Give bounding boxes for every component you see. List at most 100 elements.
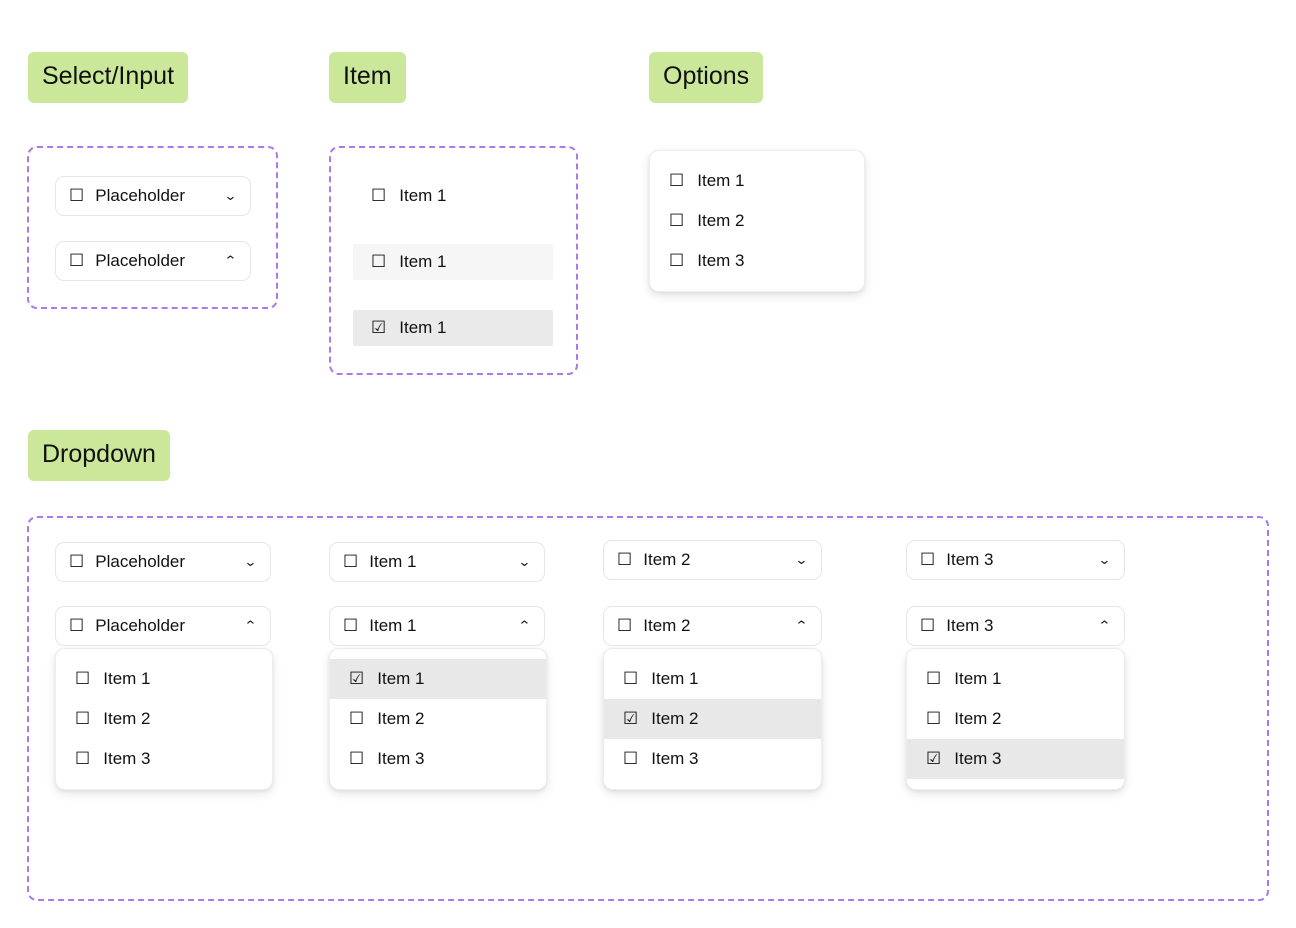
option-row[interactable]: ☐ Item 3 — [650, 241, 864, 281]
item-row-hover[interactable]: ☐ Item 1 — [353, 244, 553, 280]
select-value: Placeholder — [95, 616, 186, 635]
checkbox-unchecked-icon[interactable]: ☐ — [69, 252, 84, 270]
select-placeholder-open[interactable]: ☐ Placeholder ⌃ — [55, 241, 251, 281]
checkbox-checked-icon[interactable]: ☑ — [349, 670, 364, 688]
section-label-item: Item — [329, 52, 406, 103]
checkbox-unchecked-icon[interactable]: ☐ — [343, 617, 358, 635]
checkbox-unchecked-icon[interactable]: ☐ — [69, 617, 84, 635]
dropdown-option-label: Item 3 — [651, 749, 699, 768]
dropdown-option-row-selected[interactable]: ☑ Item 1 — [330, 659, 546, 699]
select-value: Placeholder — [95, 552, 186, 571]
section-label-options: Options — [649, 52, 764, 103]
item-row-label: Item 1 — [399, 186, 447, 205]
dropdown-option-row[interactable]: ☐ Item 3 — [604, 739, 821, 779]
dropdown-option-row[interactable]: ☐ Item 1 — [604, 659, 821, 699]
item-row-label: Item 1 — [399, 252, 447, 271]
select-value: Item 2 — [643, 550, 691, 569]
checkbox-unchecked-icon[interactable]: ☐ — [926, 670, 941, 688]
chevron-down-icon[interactable]: ⌄ — [224, 190, 238, 203]
dropdown-4-options-panel: ☐ Item 1 ☐ Item 2 ☑ Item 3 — [906, 648, 1125, 790]
dropdown-4-open-select[interactable]: ☐ Item 3 ⌃ — [906, 606, 1125, 646]
checkbox-unchecked-icon[interactable]: ☐ — [349, 710, 364, 728]
dropdown-2-closed-select[interactable]: ☐ Item 1 ⌄ — [329, 542, 545, 582]
checkbox-unchecked-icon[interactable]: ☐ — [371, 187, 386, 205]
select-value: Item 1 — [369, 616, 417, 635]
checkbox-unchecked-icon[interactable]: ☐ — [75, 750, 90, 768]
select-placeholder-closed[interactable]: ☐ Placeholder ⌄ — [55, 176, 251, 216]
checkbox-unchecked-icon[interactable]: ☐ — [371, 253, 386, 271]
dropdown-option-row[interactable]: ☐ Item 2 — [907, 699, 1124, 739]
dropdown-option-label: Item 3 — [954, 749, 1002, 768]
checkbox-unchecked-icon[interactable]: ☐ — [75, 670, 90, 688]
dropdown-option-label: Item 1 — [103, 669, 151, 688]
option-row[interactable]: ☐ Item 1 — [650, 161, 864, 201]
checkbox-unchecked-icon[interactable]: ☐ — [623, 750, 638, 768]
option-row[interactable]: ☐ Item 2 — [650, 201, 864, 241]
checkbox-unchecked-icon[interactable]: ☐ — [75, 710, 90, 728]
dropdown-1-closed-select[interactable]: ☐ Placeholder ⌄ — [55, 542, 271, 582]
option-label: Item 1 — [697, 171, 745, 190]
checkbox-unchecked-icon[interactable]: ☐ — [920, 551, 935, 569]
dropdown-3-open-select[interactable]: ☐ Item 2 ⌃ — [603, 606, 822, 646]
option-label: Item 3 — [697, 251, 745, 270]
checkbox-unchecked-icon[interactable]: ☐ — [69, 187, 84, 205]
dropdown-option-row[interactable]: ☐ Item 3 — [56, 739, 272, 779]
checkbox-unchecked-icon[interactable]: ☐ — [69, 553, 84, 571]
checkbox-checked-icon[interactable]: ☑ — [371, 319, 386, 337]
select-value: Item 3 — [946, 616, 994, 635]
checkbox-unchecked-icon[interactable]: ☐ — [617, 617, 632, 635]
chevron-down-icon[interactable]: ⌄ — [518, 556, 532, 569]
checkbox-unchecked-icon[interactable]: ☐ — [349, 750, 364, 768]
chevron-up-icon[interactable]: ⌃ — [244, 620, 258, 633]
select-value: Item 1 — [369, 552, 417, 571]
dropdown-option-label: Item 1 — [651, 669, 699, 688]
dropdown-2-open-select[interactable]: ☐ Item 1 ⌃ — [329, 606, 545, 646]
dropdown-option-label: Item 1 — [954, 669, 1002, 688]
checkbox-unchecked-icon[interactable]: ☐ — [669, 172, 684, 190]
dropdown-3-closed-select[interactable]: ☐ Item 2 ⌄ — [603, 540, 822, 580]
checkbox-unchecked-icon[interactable]: ☐ — [623, 670, 638, 688]
dropdown-4-closed-select[interactable]: ☐ Item 3 ⌄ — [906, 540, 1125, 580]
item-row-default[interactable]: ☐ Item 1 — [353, 178, 553, 214]
select-value: Placeholder — [95, 186, 186, 205]
dropdown-3-options-panel: ☐ Item 1 ☑ Item 2 ☐ Item 3 — [603, 648, 822, 790]
select-input-group-outline — [27, 146, 278, 309]
checkbox-unchecked-icon[interactable]: ☐ — [926, 710, 941, 728]
checkbox-unchecked-icon[interactable]: ☐ — [920, 617, 935, 635]
chevron-up-icon[interactable]: ⌃ — [518, 620, 532, 633]
chevron-up-icon[interactable]: ⌃ — [1098, 620, 1112, 633]
dropdown-option-row-selected[interactable]: ☑ Item 2 — [604, 699, 821, 739]
dropdown-option-row[interactable]: ☐ Item 2 — [56, 699, 272, 739]
checkbox-checked-icon[interactable]: ☑ — [623, 710, 638, 728]
dropdown-1-options-panel: ☐ Item 1 ☐ Item 2 ☐ Item 3 — [55, 648, 273, 790]
checkbox-checked-icon[interactable]: ☑ — [926, 750, 941, 768]
checkbox-unchecked-icon[interactable]: ☐ — [343, 553, 358, 571]
chevron-down-icon[interactable]: ⌄ — [795, 554, 809, 567]
item-row-selected[interactable]: ☑ Item 1 — [353, 310, 553, 346]
dropdown-option-label: Item 2 — [651, 709, 699, 728]
dropdown-option-row[interactable]: ☐ Item 2 — [330, 699, 546, 739]
dropdown-option-row[interactable]: ☐ Item 3 — [330, 739, 546, 779]
option-label: Item 2 — [697, 211, 745, 230]
dropdown-1-open-select[interactable]: ☐ Placeholder ⌃ — [55, 606, 271, 646]
select-value: Placeholder — [95, 251, 186, 270]
dropdown-option-row[interactable]: ☐ Item 1 — [56, 659, 272, 699]
options-panel: ☐ Item 1 ☐ Item 2 ☐ Item 3 — [649, 150, 865, 292]
dropdown-option-row[interactable]: ☐ Item 1 — [907, 659, 1124, 699]
dropdown-option-row-selected[interactable]: ☑ Item 3 — [907, 739, 1124, 779]
dropdown-option-label: Item 2 — [103, 709, 151, 728]
checkbox-unchecked-icon[interactable]: ☐ — [669, 212, 684, 230]
chevron-down-icon[interactable]: ⌄ — [244, 556, 258, 569]
dropdown-option-label: Item 2 — [377, 709, 425, 728]
checkbox-unchecked-icon[interactable]: ☐ — [669, 252, 684, 270]
select-value: Item 3 — [946, 550, 994, 569]
item-row-label: Item 1 — [399, 318, 447, 337]
chevron-up-icon[interactable]: ⌃ — [795, 620, 809, 633]
dropdown-option-label: Item 3 — [103, 749, 151, 768]
select-value: Item 2 — [643, 616, 691, 635]
chevron-down-icon[interactable]: ⌄ — [1098, 554, 1112, 567]
section-label-dropdown: Dropdown — [28, 430, 170, 481]
chevron-up-icon[interactable]: ⌃ — [224, 255, 238, 268]
checkbox-unchecked-icon[interactable]: ☐ — [617, 551, 632, 569]
dropdown-option-label: Item 1 — [377, 669, 425, 688]
